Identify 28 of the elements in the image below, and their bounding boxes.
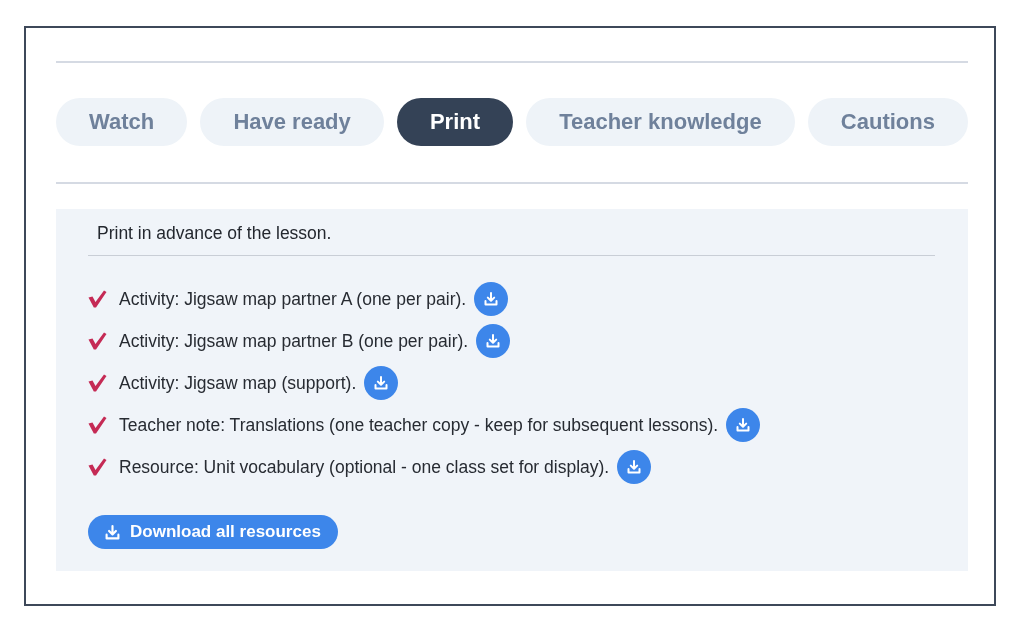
resource-text: Activity: Jigsaw map partner A (one per pair).: [119, 288, 467, 310]
download-button[interactable]: [476, 324, 511, 358]
download-all-button[interactable]: Download all resources: [88, 515, 338, 549]
resource-text: Resource: Unit vocabulary (optional - one class set for display).: [119, 456, 610, 478]
download-button[interactable]: [726, 408, 761, 442]
panel-heading: Print in advance of the lesson.: [96, 223, 333, 245]
download-icon: [105, 524, 120, 540]
download-icon: [484, 292, 499, 306]
download-button[interactable]: [364, 366, 399, 400]
download-icon: [736, 418, 751, 432]
tab[interactable]: Have ready: [200, 98, 384, 146]
check-icon: [88, 332, 107, 350]
resource-text: Activity: Jigsaw map partner B (one per pair).: [119, 330, 469, 352]
download-button[interactable]: [474, 282, 509, 316]
check-icon: [88, 416, 107, 434]
download-icon: [486, 334, 501, 348]
download-icon: [627, 460, 642, 474]
check-icon: [88, 374, 107, 392]
tab[interactable]: Watch: [56, 98, 188, 146]
download-button[interactable]: [617, 450, 652, 484]
tab[interactable]: Print: [396, 98, 514, 146]
tab[interactable]: Cautions: [807, 98, 969, 146]
check-icon: [88, 290, 107, 308]
resource-text: Activity: Jigsaw map (support).: [119, 372, 357, 394]
download-icon: [374, 376, 389, 390]
check-icon: [88, 458, 107, 476]
tab[interactable]: Teacher knowledge: [526, 98, 795, 146]
resource-text: Teacher note: Translations (one teacher copy - keep for subsequent lessons).: [119, 414, 719, 436]
